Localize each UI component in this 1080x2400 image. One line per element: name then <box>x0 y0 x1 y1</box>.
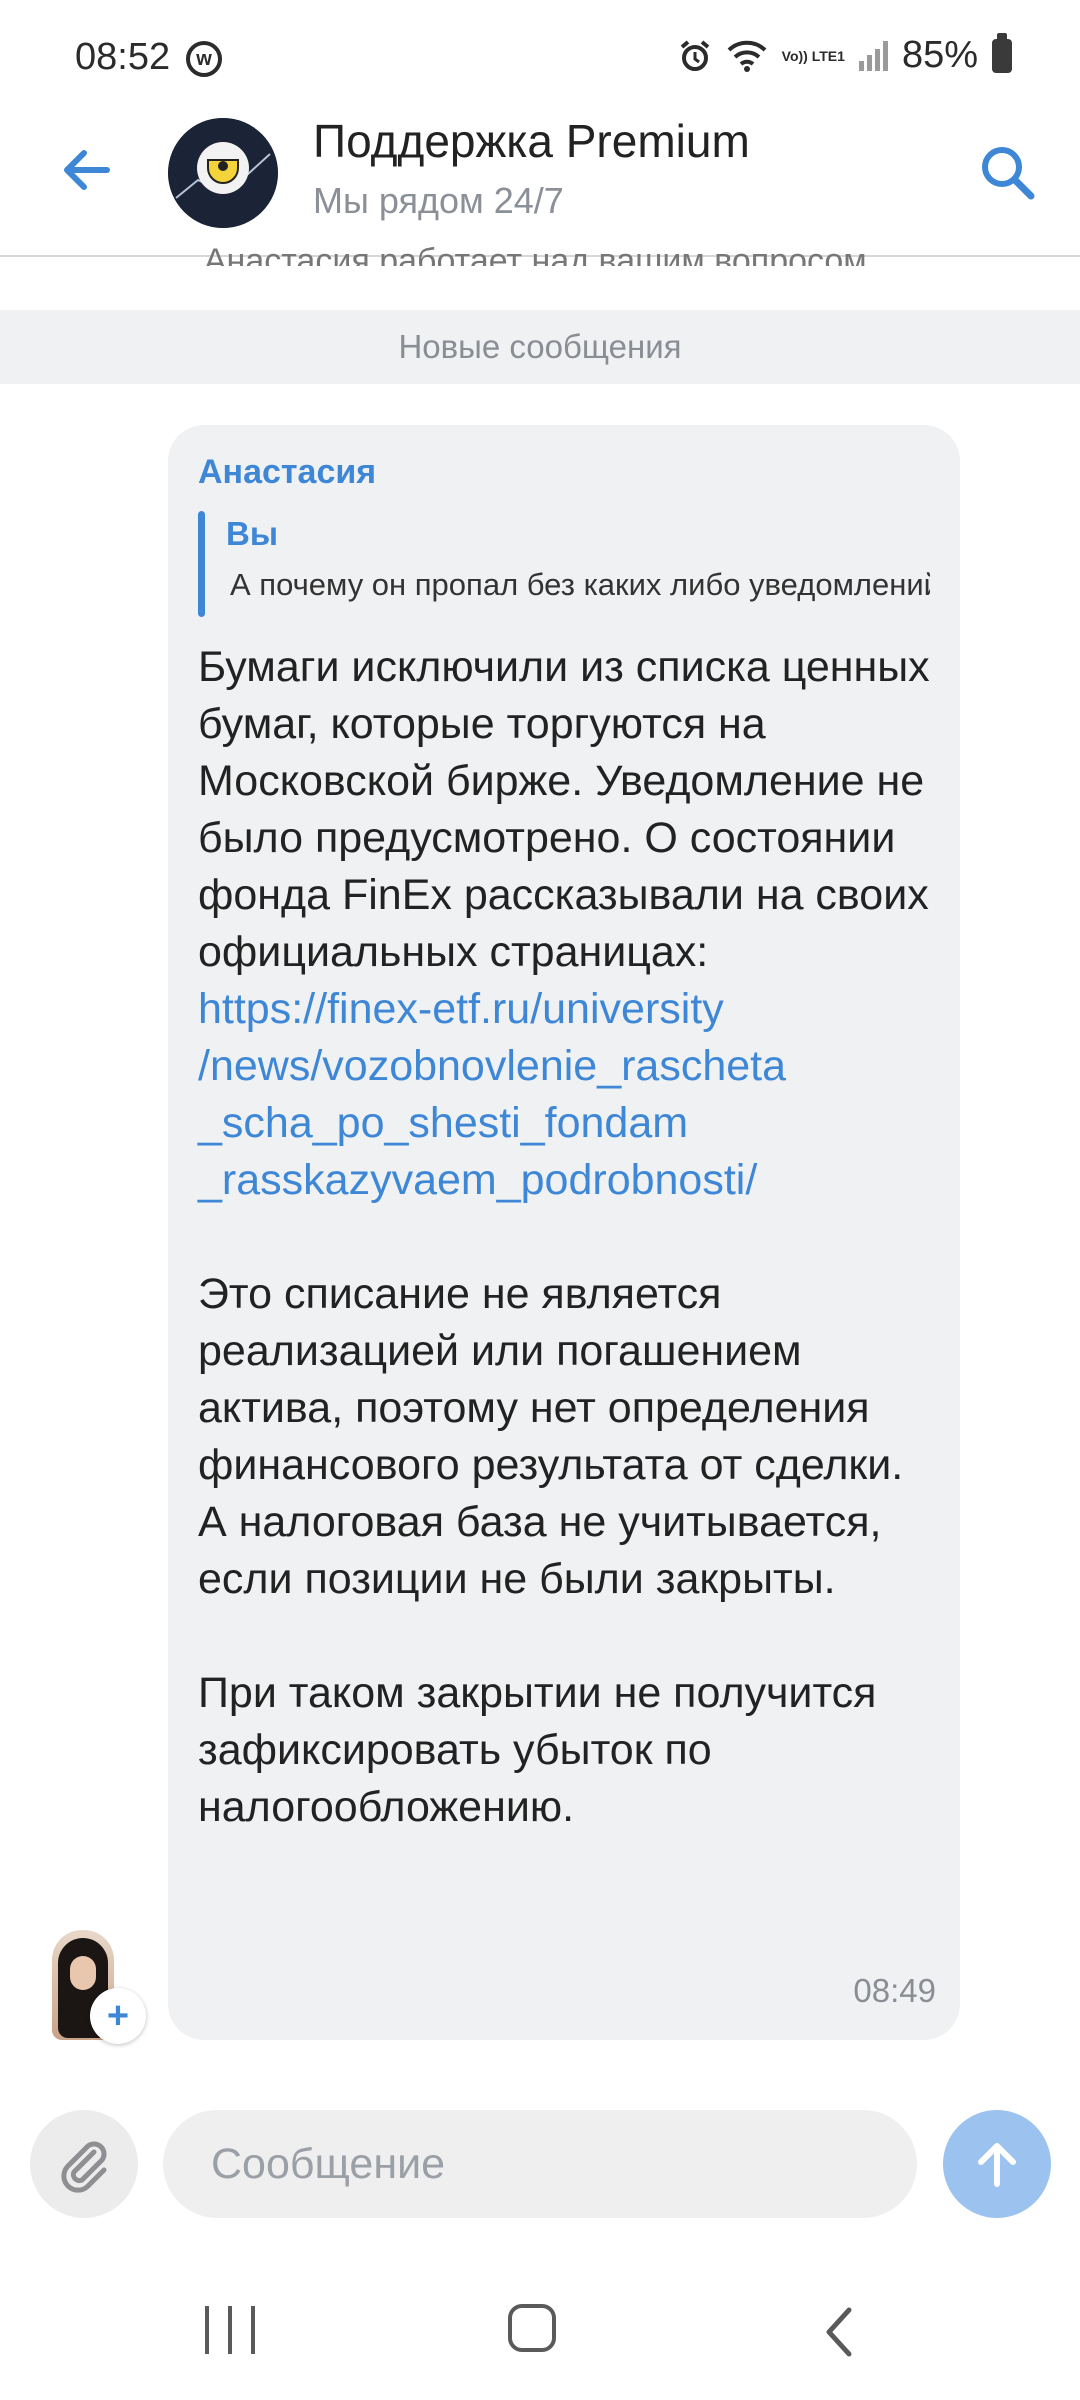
message-bubble[interactable]: Анастасия Вы А почему он пропал без каки… <box>168 425 960 2040</box>
quote-author: Вы <box>226 515 279 552</box>
add-reaction-icon[interactable]: + <box>90 1988 146 2044</box>
alarm-icon <box>680 39 709 71</box>
send-button[interactable] <box>943 2110 1051 2218</box>
message-input[interactable] <box>163 2110 917 2218</box>
status-icons: Vo)) LTE1 85% <box>678 32 1012 77</box>
quote-text: А почему он пропал без каких либо уведом… <box>230 567 930 602</box>
wifi-icon <box>727 40 767 72</box>
link-line: _scha_po_shesti_fondam <box>198 1099 689 1147</box>
quote-bar <box>198 511 205 617</box>
home-icon[interactable] <box>508 2304 556 2352</box>
system-status-text: Анастасия работает над вашим вопросом. <box>203 244 877 266</box>
system-nav-bar <box>0 2270 1080 2400</box>
paperclip-icon <box>61 2141 107 2193</box>
support-avatar[interactable] <box>168 118 278 228</box>
message-paragraph: При таком закрытии не получится зафиксир… <box>198 1669 877 1831</box>
chat-subtitle: Мы рядом 24/7 <box>313 180 564 221</box>
message-link[interactable]: https://finex-etf.ru/university /news/vo… <box>198 981 938 1209</box>
battery-percent: 85% <box>901 34 978 76</box>
message-time: 08:49 <box>853 1972 936 2009</box>
volte-icon: Vo)) LTE1 <box>781 47 845 64</box>
recent-apps-icon[interactable] <box>205 2306 255 2356</box>
signal-icon <box>858 40 888 71</box>
status-time: 08:52 <box>75 36 171 78</box>
attach-button[interactable] <box>30 2110 138 2218</box>
link-line: https://finex-etf.ru/university <box>198 985 724 1033</box>
new-messages-divider: Новые сообщения <box>0 310 1080 384</box>
chat-title: Поддержка Premium <box>313 115 750 167</box>
message-sender: Анастасия <box>198 453 377 491</box>
send-arrow-icon <box>978 2143 1016 2187</box>
status-bar: 08:52 w Vo)) LTE1 85% <box>0 0 1080 120</box>
link-line: /news/vozobnovlenie_rascheta <box>198 1042 787 1090</box>
message-paragraph: Это списание не является реализацией или… <box>198 1270 904 1603</box>
quoted-reply[interactable]: Вы А почему он пропал без каких либо уве… <box>198 511 930 621</box>
back-arrow-icon[interactable] <box>52 135 122 205</box>
nav-back-icon[interactable] <box>815 2302 865 2362</box>
message-text: Бумаги исключили из списка ценных бумаг,… <box>198 639 938 1836</box>
search-icon[interactable] <box>975 140 1039 204</box>
message-paragraph: Бумаги исключили из списка ценных бумаг,… <box>198 643 930 976</box>
battery-icon <box>992 32 1012 73</box>
link-line: _rasskazyvaem_podrobnosti/ <box>198 1156 758 1204</box>
app-notification-icon: w <box>186 41 222 77</box>
avatar-face <box>70 1956 96 1990</box>
